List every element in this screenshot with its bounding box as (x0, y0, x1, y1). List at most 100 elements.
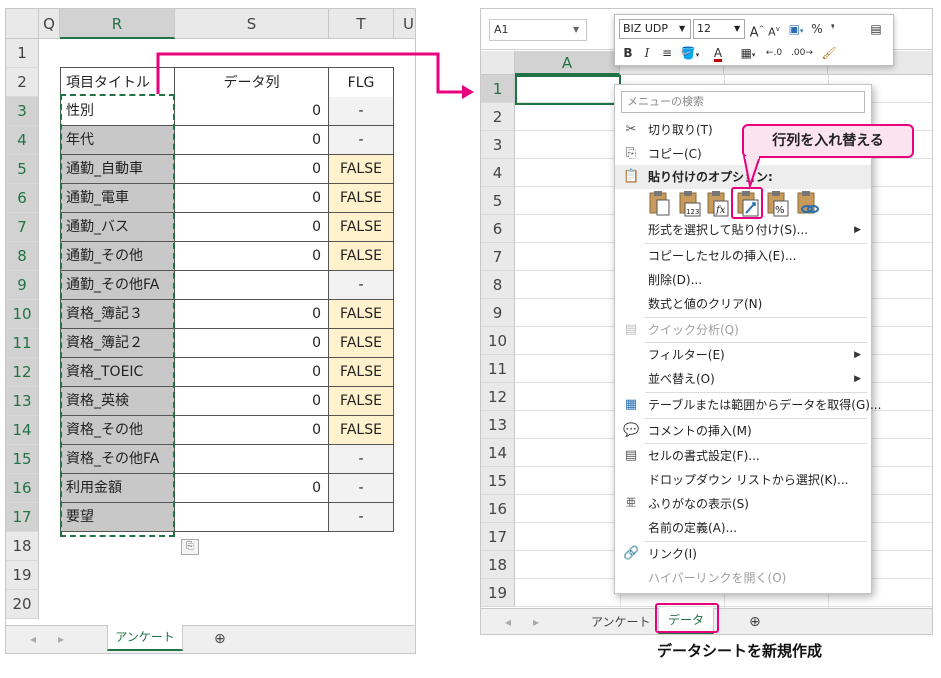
paste-options-icon[interactable]: ⎘ (181, 539, 199, 555)
tab-next-icon[interactable]: ▸ (58, 626, 64, 652)
paste-link-icon[interactable] (795, 189, 819, 217)
cell-flg[interactable]: - (329, 503, 394, 532)
align-center-icon[interactable]: ≡ (659, 43, 675, 63)
menu-delete[interactable]: 削除(D)... (615, 268, 871, 292)
cell-value[interactable]: 0 (175, 416, 329, 445)
cell-flg[interactable]: - (329, 126, 394, 155)
cell-title[interactable]: 通勤_その他 (60, 242, 175, 271)
add-sheet-icon-right[interactable]: ⊕ (749, 609, 761, 634)
row-header[interactable]: 5 (6, 155, 39, 184)
cell-value[interactable]: 0 (175, 184, 329, 213)
tab-anketo-right[interactable]: アンケート (591, 609, 651, 634)
cell-title[interactable]: 資格_その他FA (60, 445, 175, 474)
cell-flg[interactable]: FALSE (329, 329, 394, 358)
col-header-u[interactable]: U (394, 9, 415, 39)
cell-title[interactable]: 利用金額 (60, 474, 175, 503)
cell-title[interactable]: 資格_簿記３ (60, 300, 175, 329)
cell-flg[interactable]: - (329, 271, 394, 300)
active-cell-a1[interactable] (515, 75, 621, 105)
comma-icon[interactable]: ❜ (827, 19, 839, 39)
col-header-s[interactable]: S (175, 9, 329, 39)
decrease-decimal-icon[interactable]: .00→ (790, 43, 814, 63)
cell-flg[interactable]: - (329, 474, 394, 503)
menu-insert-copied[interactable]: コピーしたセルの挿入(E)... (615, 244, 871, 268)
fill-color-icon[interactable]: 🪣▾ (679, 43, 701, 63)
add-sheet-icon[interactable]: ⊕ (214, 626, 226, 652)
format-table-icon[interactable]: ▤ (865, 19, 887, 39)
row-header[interactable]: 10 (6, 300, 39, 329)
row-header[interactable]: 16 (6, 474, 39, 503)
cell-title[interactable]: 資格_その他 (60, 416, 175, 445)
row-header[interactable]: 14 (6, 416, 39, 445)
bold-button[interactable]: B (621, 43, 635, 63)
menu-phonetic[interactable]: 亜 ふりがなの表示(S) (615, 492, 871, 516)
font-shrink-icon[interactable]: Av (766, 19, 782, 39)
size-dropdown-icon[interactable]: ▼ (734, 19, 740, 39)
font-color-icon[interactable]: A (707, 43, 729, 63)
paste-formulas-icon[interactable]: fx (705, 189, 729, 217)
row-header[interactable]: 8 (6, 242, 39, 271)
cell-value[interactable] (175, 445, 329, 474)
cell-flg[interactable]: - (329, 445, 394, 474)
row-header[interactable]: 7 (6, 213, 39, 242)
row-header-right[interactable]: 3 (481, 131, 515, 159)
cell-value[interactable]: 0 (175, 126, 329, 155)
cell-value[interactable]: 0 (175, 242, 329, 271)
cell-title[interactable]: 資格_簿記２ (60, 329, 175, 358)
tab-next-icon-right[interactable]: ▸ (533, 609, 539, 634)
cell-flg[interactable]: FALSE (329, 416, 394, 445)
tab-anketo[interactable]: アンケート (107, 625, 183, 651)
menu-filter[interactable]: フィルター(E) ▶ (615, 343, 871, 367)
cell-title[interactable]: 年代 (60, 126, 175, 155)
menu-clear[interactable]: 数式と値のクリア(N) (615, 292, 871, 316)
menu-define-name[interactable]: 名前の定義(A)... (615, 516, 871, 540)
menu-format-cells[interactable]: ▤ セルの書式設定(F)... (615, 444, 871, 468)
cell-title[interactable]: 通勤_電車 (60, 184, 175, 213)
row-header-right[interactable]: 4 (481, 159, 515, 187)
col-header-t[interactable]: T (329, 9, 394, 39)
row-header-right[interactable]: 5 (481, 187, 515, 215)
row-header[interactable]: 19 (6, 561, 39, 590)
row-header-right[interactable]: 17 (481, 523, 515, 551)
row-header-right[interactable]: 11 (481, 355, 515, 383)
italic-button[interactable]: I (641, 43, 653, 63)
tab-prev-icon-right[interactable]: ◂ (505, 609, 511, 634)
cell-flg[interactable]: FALSE (329, 387, 394, 416)
cell-flg[interactable]: FALSE (329, 184, 394, 213)
menu-sort[interactable]: 並べ替え(O) ▶ (615, 367, 871, 391)
cell-value[interactable]: 0 (175, 329, 329, 358)
number-format-icon[interactable]: ▣▾ (785, 19, 807, 39)
row-header[interactable]: 13 (6, 387, 39, 416)
paste-values-icon[interactable]: 123 (677, 189, 701, 217)
menu-dropdown-list[interactable]: ドロップダウン リストから選択(K)... (615, 468, 871, 492)
cell-title[interactable]: 資格_英検 (60, 387, 175, 416)
row-header-right[interactable]: 13 (481, 411, 515, 439)
row-header[interactable]: 18 (6, 532, 39, 561)
row-header[interactable]: 6 (6, 184, 39, 213)
menu-insert-comment[interactable]: 💬 コメントの挿入(M) (615, 419, 871, 443)
increase-decimal-icon[interactable]: ←.0 (763, 43, 785, 63)
cell-flg[interactable]: FALSE (329, 213, 394, 242)
row-header-right[interactable]: 12 (481, 383, 515, 411)
row-header-right[interactable]: 2 (481, 103, 515, 131)
tab-prev-icon[interactable]: ◂ (30, 626, 36, 652)
row-header-right[interactable]: 7 (481, 243, 515, 271)
cell-value[interactable] (175, 271, 329, 300)
cell-title[interactable]: 要望 (60, 503, 175, 532)
cell-value[interactable]: 0 (175, 474, 329, 503)
menu-quick-analysis[interactable]: ▤ クイック分析(Q) (615, 318, 871, 342)
select-all-corner[interactable] (6, 9, 39, 39)
row-header-right[interactable]: 9 (481, 299, 515, 327)
cell-title[interactable]: 通勤_その他FA (60, 271, 175, 300)
cell-value[interactable]: 0 (175, 300, 329, 329)
row-header[interactable]: 2 (6, 68, 39, 97)
row-header[interactable]: 15 (6, 445, 39, 474)
font-dropdown-icon[interactable]: ▼ (679, 19, 685, 39)
row-header-right[interactable]: 10 (481, 327, 515, 355)
percent-icon[interactable]: % (809, 19, 825, 39)
cell-title[interactable]: 資格_TOEIC (60, 358, 175, 387)
row-header-right[interactable]: 15 (481, 467, 515, 495)
menu-link[interactable]: 🔗 リンク(I) (615, 542, 871, 566)
menu-get-data[interactable]: ▦ テーブルまたは範囲からデータを取得(G)... (615, 393, 882, 417)
menu-open-hyperlink[interactable]: ハイパーリンクを開く(O) (615, 566, 871, 590)
